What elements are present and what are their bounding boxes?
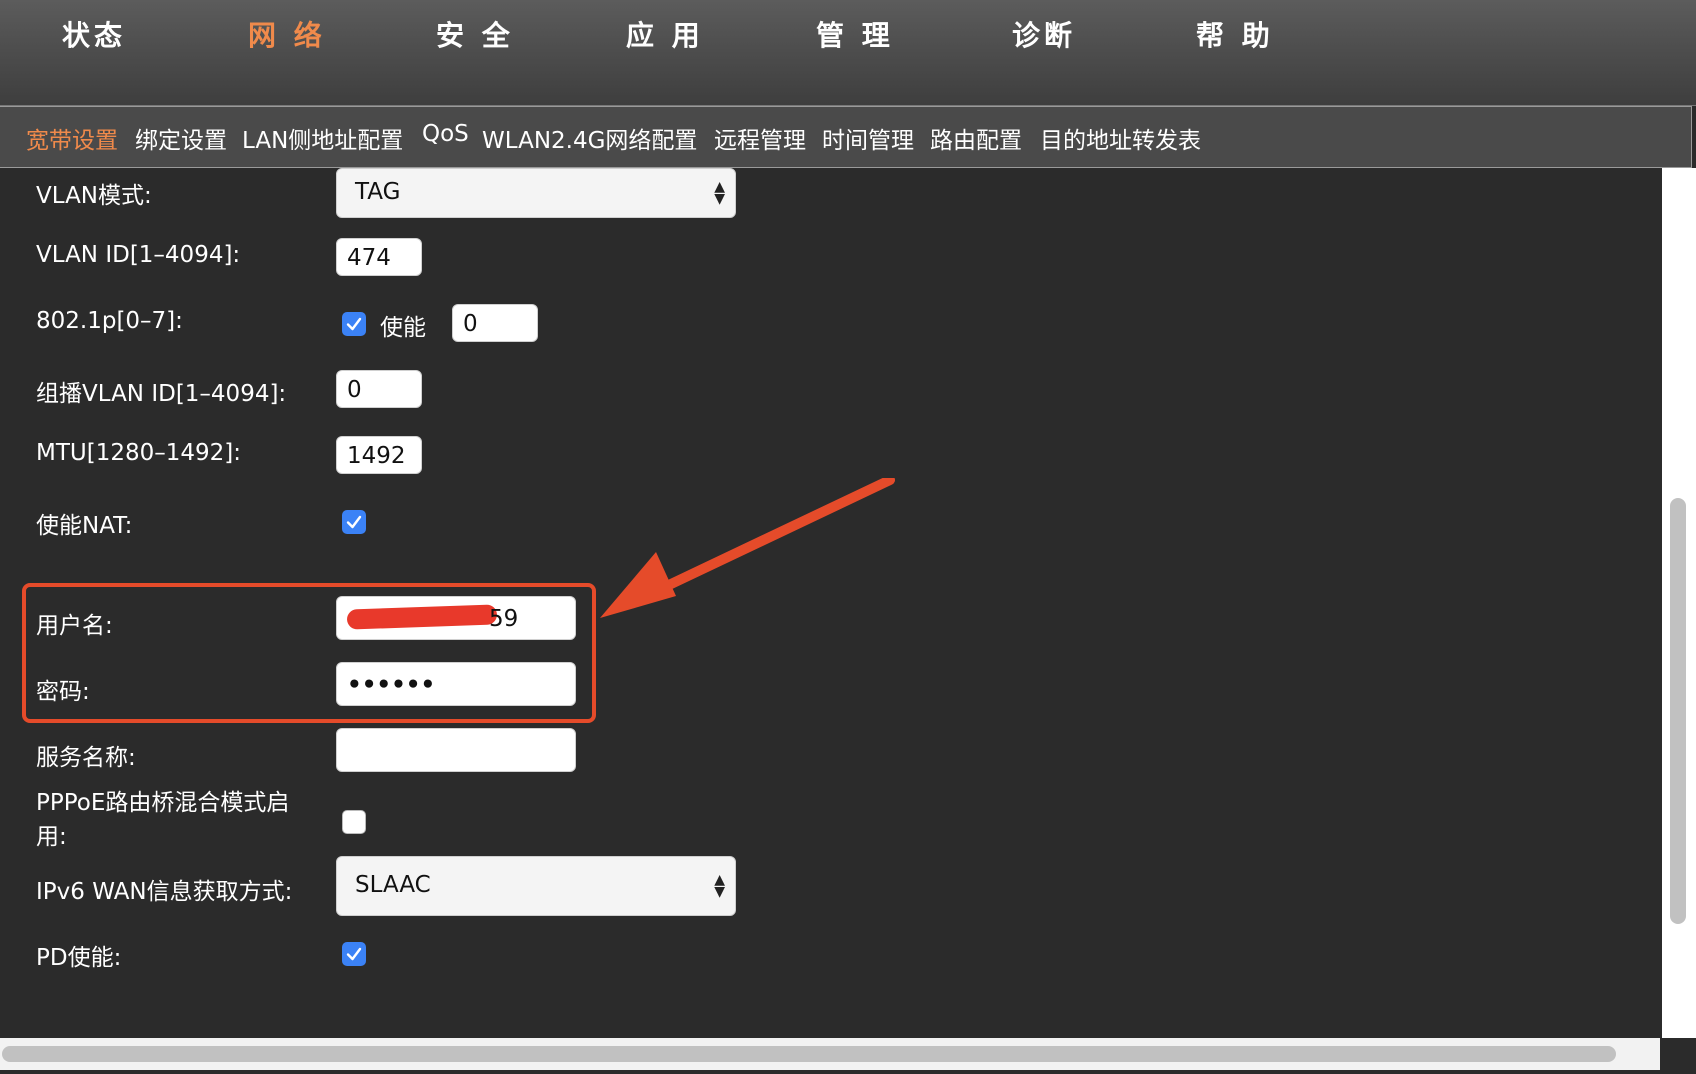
service-name-label: 服务名称: [36,745,136,771]
subnav-time-management[interactable]: 时间管理 [822,121,914,155]
nat-label: 使能NAT: [36,513,133,539]
select-arrows-icon: ▲ ▼ [714,872,725,900]
select-arrows-icon: ▲ ▼ [714,179,725,207]
pd-enable-checkbox[interactable] [342,942,366,966]
subnav-binding[interactable]: 绑定设置 [135,121,227,155]
annotation-arrow-icon [600,478,895,618]
mtu-label: MTU[1280–1492]: [36,440,241,466]
pppoe-bridge-checkbox[interactable] [342,810,366,834]
subnav-broadband[interactable]: 宽带设置 [26,121,118,155]
subnav-routing[interactable]: 路由配置 [930,121,1022,155]
service-name-input[interactable] [336,728,576,772]
subnav-lan-address[interactable]: LAN侧地址配置 [242,121,403,155]
subnav-remote-management[interactable]: 远程管理 [714,121,806,155]
p8021-enable-label: 使能 [380,315,426,341]
nav-help[interactable]: 帮 助 [1196,14,1274,54]
multicast-vlan-id-label: 组播VLAN ID[1–4094]: [36,381,287,407]
mtu-input[interactable]: 1492 [336,436,422,474]
vlan-id-label: VLAN ID[1–4094]: [36,242,241,268]
password-label: 密码: [36,679,90,705]
vertical-scrollbar-thumb[interactable] [1670,498,1686,924]
nat-checkbox[interactable] [342,510,366,534]
checkmark-icon [346,317,362,331]
broadband-settings-form: VLAN模式: TAG ▲ ▼ VLAN ID[1–4094]: 474 802.… [0,168,1660,1038]
vlan-mode-select[interactable]: TAG ▲ ▼ [336,168,736,218]
vlan-mode-value: TAG [355,179,401,205]
ipv6-wan-value: SLAAC [355,872,431,898]
vertical-scrollbar[interactable] [1662,168,1696,1038]
pd-enable-label: PD使能: [36,945,122,971]
p8021-enable-checkbox[interactable] [342,312,366,336]
vlan-mode-label: VLAN模式: [36,183,152,209]
subnav-wlan[interactable]: WLAN2.4G网络配置 [482,121,697,155]
nav-diagnostics[interactable]: 诊断 [1012,14,1076,54]
username-input[interactable]: 59 [336,596,576,640]
redaction-mark [346,604,498,630]
horizontal-scrollbar[interactable] [0,1038,1660,1070]
multicast-vlan-id-input[interactable]: 0 [336,370,422,408]
sub-navigation: 宽带设置 绑定设置 LAN侧地址配置 QoS WLAN2.4G网络配置 远程管理… [0,106,1692,168]
horizontal-scrollbar-thumb[interactable] [2,1046,1616,1062]
subnav-qos[interactable]: QoS [422,121,469,147]
p8021-label: 802.1p[0–7]: [36,308,183,334]
vlan-id-input[interactable]: 474 [336,238,422,276]
nav-security[interactable]: 安 全 [436,14,514,54]
ipv6-wan-label: IPv6 WAN信息获取方式: [36,879,293,905]
p8021-input[interactable]: 0 [452,304,538,342]
username-label: 用户名: [36,613,113,639]
checkmark-icon [346,947,362,961]
nav-network[interactable]: 网 络 [248,14,326,54]
nav-application[interactable]: 应 用 [626,14,704,54]
nav-status[interactable]: 状态 [62,14,126,54]
nav-management[interactable]: 管 理 [816,14,894,54]
password-input[interactable]: •••••• [336,662,576,706]
subnav-destination-forward[interactable]: 目的地址转发表 [1040,121,1201,155]
checkmark-icon [346,515,362,529]
top-navigation: 状态 网 络 安 全 应 用 管 理 诊断 帮 助 [0,0,1696,106]
username-visible-suffix: 59 [489,606,519,632]
scrollbar-corner [1660,1038,1696,1074]
ipv6-wan-select[interactable]: SLAAC ▲ ▼ [336,856,736,916]
pppoe-bridge-label: PPPoE路由桥混合模式启用: [36,790,290,850]
